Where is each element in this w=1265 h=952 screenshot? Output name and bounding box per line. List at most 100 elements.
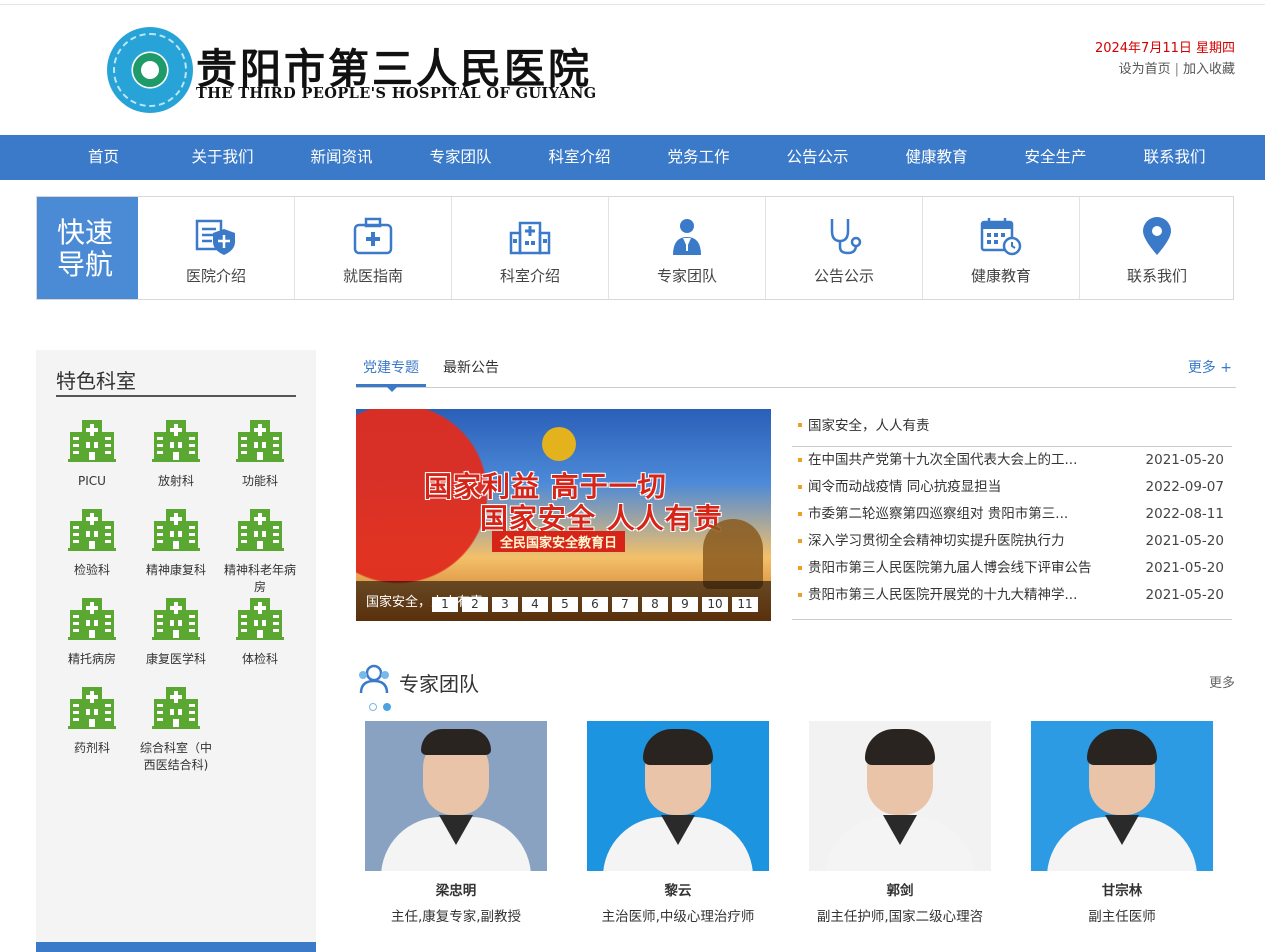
hospital-intro-icon — [195, 219, 235, 255]
quick-item-experts[interactable]: 专家团队 — [609, 197, 766, 299]
experts-more-link[interactable]: 更多 — [1209, 672, 1235, 691]
featured-departments-title: 特色科室 — [56, 369, 136, 393]
expert-photo[interactable] — [1031, 721, 1213, 871]
expert-name[interactable]: 黎云 — [578, 879, 778, 899]
main-nav: 首页 关于我们 新闻资讯 专家团队 科室介绍 党务工作 公告公示 健康教育 安全… — [0, 135, 1265, 180]
quick-item-health-edu[interactable]: 健康教育 — [923, 197, 1080, 299]
expert-card[interactable]: 甘宗林 副主任医师 — [1022, 721, 1222, 925]
hospital-building-icon — [152, 687, 200, 729]
slider-page-button[interactable]: 8 — [642, 597, 668, 612]
nav-item-departments[interactable]: 科室介绍 — [520, 135, 639, 180]
slider-page-button[interactable]: 6 — [582, 597, 608, 612]
department-item[interactable]: 体检科 — [218, 594, 302, 668]
expert-photo[interactable] — [809, 721, 991, 871]
news-slider[interactable]: 国家利益 高于一切 国家安全 人人有责 全民国家安全教育日 国家安全，人人有责 … — [356, 409, 771, 621]
department-item[interactable]: 康复医学科 — [134, 594, 218, 668]
news-list-item[interactable]: 市委第二轮巡察第四巡察组对 贵阳市第三... 2022-08-11 — [796, 505, 1228, 532]
news-list-item[interactable]: 贵阳市第三人民医院开展党的十九大精神学... 2021-05-20 — [796, 586, 1228, 613]
nav-item-safety[interactable]: 安全生产 — [996, 135, 1115, 180]
slider-page-button[interactable]: 10 — [702, 597, 728, 612]
news-top-item[interactable]: 国家安全，人人有责 — [796, 414, 930, 434]
quick-nav: 快速 导航 医院介绍 就医指南 科室介绍 专家团队 公告公示 健康教育 联系我们 — [36, 196, 1234, 300]
slider-page-button[interactable]: 11 — [732, 597, 758, 612]
hospital-name-en: THE THIRD PEOPLE'S HOSPITAL OF GUIYANG — [196, 85, 597, 102]
nav-item-party[interactable]: 党务工作 — [639, 135, 758, 180]
expert-name[interactable]: 梁忠明 — [356, 879, 556, 899]
news-list-item[interactable]: 在中国共产党第十九次全国代表大会上的工... 2021-05-20 — [796, 451, 1228, 478]
department-item[interactable]: 药剂科 — [50, 683, 134, 757]
expert-name[interactable]: 郭剑 — [800, 879, 1000, 899]
doctor-icon — [673, 219, 701, 255]
news-title[interactable]: 市委第二轮巡察第四巡察组对 贵阳市第三... — [808, 505, 1108, 523]
department-item[interactable]: 精神康复科 — [134, 505, 218, 579]
slider-pagination: 1 2 3 4 5 6 7 8 9 10 11 — [432, 597, 762, 612]
quick-item-label: 就医指南 — [342, 267, 403, 285]
quick-item-label: 专家团队 — [656, 267, 717, 285]
nav-item-experts[interactable]: 专家团队 — [401, 135, 520, 180]
department-item[interactable]: 精托病房 — [50, 594, 134, 668]
nav-item-notices[interactable]: 公告公示 — [758, 135, 877, 180]
quick-item-hospital-intro[interactable]: 医院介绍 — [138, 197, 295, 299]
news-more-link[interactable]: 更多 + — [1188, 357, 1232, 377]
news-bottom-divider — [792, 619, 1232, 620]
quick-item-contact[interactable]: 联系我们 — [1080, 197, 1234, 299]
hospital-building-icon — [236, 598, 284, 640]
news-title[interactable]: 闻令而动战疫情 同心抗疫显担当 — [808, 478, 1108, 496]
hospital-building-icon — [152, 598, 200, 640]
hospital-building-icon — [68, 420, 116, 462]
carousel-dot[interactable] — [369, 703, 377, 711]
quick-item-medical-guide[interactable]: 就医指南 — [295, 197, 452, 299]
news-title[interactable]: 贵阳市第三人民医院开展党的十九大精神学... — [808, 586, 1108, 604]
bullet-icon — [798, 512, 802, 516]
featured-departments: 特色科室 PICU 放射科 功能科检验科 精神康复科 精神科老年病房精托病房 康复医学科 体… — [36, 350, 316, 950]
slider-page-button[interactable]: 2 — [462, 597, 488, 612]
bullet-icon — [798, 566, 802, 570]
add-favorite-link[interactable]: 加入收藏 — [1183, 62, 1235, 77]
quick-item-departments[interactable]: 科室介绍 — [452, 197, 609, 299]
hospital-logo-icon[interactable] — [107, 27, 193, 113]
hospital-building-icon — [236, 420, 284, 462]
slider-page-button[interactable]: 1 — [432, 597, 458, 612]
expert-name[interactable]: 甘宗林 — [1022, 879, 1222, 899]
expert-photo[interactable] — [365, 721, 547, 871]
nav-item-contact[interactable]: 联系我们 — [1115, 135, 1234, 180]
news-title[interactable]: 深入学习贯彻全会精神切实提升医院执行力 — [808, 532, 1108, 550]
nav-item-news[interactable]: 新闻资讯 — [282, 135, 401, 180]
hospital-building-icon — [152, 509, 200, 551]
expert-card[interactable]: 郭剑副主任护师,国家二级心理咨 — [800, 721, 1000, 925]
expert-title: 主治医师,中级心理治疗师 — [601, 909, 755, 925]
department-item[interactable]: 放射科 — [134, 416, 218, 490]
department-item[interactable]: PICU — [50, 416, 134, 490]
news-title[interactable]: 贵阳市第三人民医院第九届人博会线下评审公告 — [808, 559, 1108, 577]
calendar-clock-icon — [980, 218, 1022, 256]
tab-latest-notices[interactable]: 最新公告 — [443, 357, 499, 377]
expert-photo[interactable] — [587, 721, 769, 871]
news-date: 2021-05-20 — [1145, 452, 1224, 468]
slider-page-button[interactable]: 5 — [552, 597, 578, 612]
expert-title: 副主任医师 — [1088, 909, 1156, 925]
expert-title: 副主任护师,国家二级心理咨 — [816, 909, 984, 925]
slider-page-button[interactable]: 4 — [522, 597, 548, 612]
slider-page-button[interactable]: 3 — [492, 597, 518, 612]
news-list-item[interactable]: 闻令而动战疫情 同心抗疫显担当 2022-09-07 — [796, 478, 1228, 505]
site-header: 贵阳市第三人民医院 THE THIRD PEOPLE'S HOSPITAL OF… — [0, 5, 1265, 135]
news-list-item[interactable]: 深入学习贯彻全会精神切实提升医院执行力 2021-05-20 — [796, 532, 1228, 559]
department-item[interactable]: 检验科 — [50, 505, 134, 579]
nav-item-about[interactable]: 关于我们 — [163, 135, 282, 180]
bullet-icon — [798, 458, 802, 462]
news-title[interactable]: 在中国共产党第十九次全国代表大会上的工... — [808, 451, 1108, 469]
slider-page-button[interactable]: 7 — [612, 597, 638, 612]
set-home-link[interactable]: 设为首页 — [1119, 62, 1171, 77]
slider-page-button[interactable]: 9 — [672, 597, 698, 612]
carousel-dot[interactable] — [383, 703, 391, 711]
department-item[interactable]: 综合科室（中西医结合科) — [134, 683, 218, 774]
department-item[interactable]: 功能科 — [218, 416, 302, 490]
nav-item-home[interactable]: 首页 — [44, 135, 163, 180]
nav-item-health-edu[interactable]: 健康教育 — [877, 135, 996, 180]
news-list-item[interactable]: 贵阳市第三人民医院第九届人博会线下评审公告 2021-05-20 — [796, 559, 1228, 586]
expert-card[interactable]: 黎云主治医师,中级心理治疗师 — [578, 721, 778, 925]
expert-card[interactable]: 梁忠明 主任,康复专家,副教授 — [356, 721, 556, 925]
tab-party-building[interactable]: 党建专题 — [363, 357, 419, 377]
department-item[interactable]: 精神科老年病房 — [218, 505, 302, 596]
quick-item-notices[interactable]: 公告公示 — [766, 197, 923, 299]
